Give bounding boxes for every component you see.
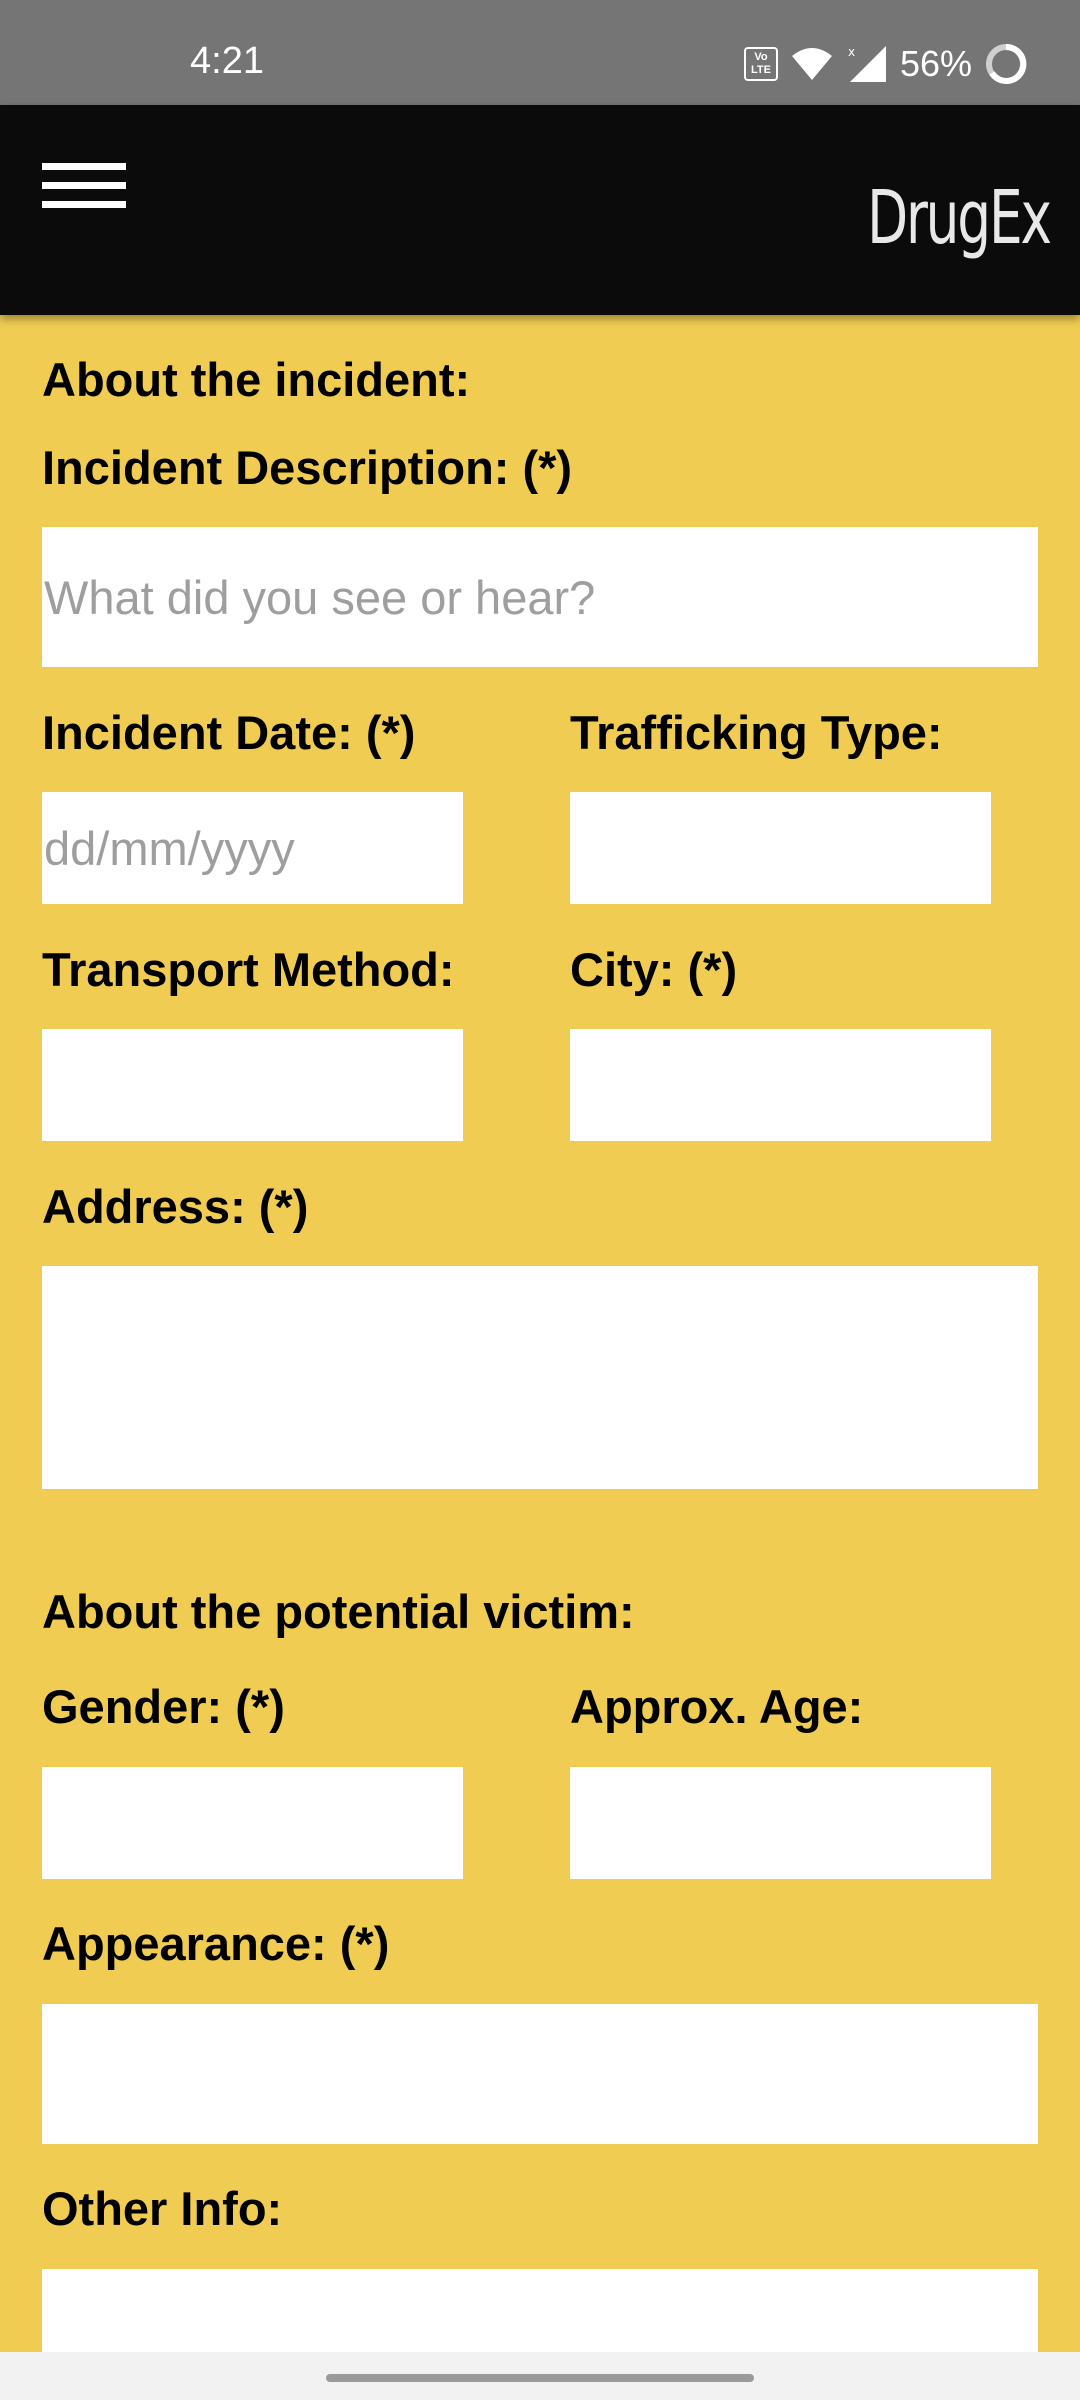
gender-label: Gender: (*) (42, 1680, 285, 1733)
incident-description-input[interactable] (42, 527, 1038, 667)
svg-text:x: x (848, 45, 855, 59)
volte-icon: Vo LTE (743, 47, 778, 81)
hamburger-menu-icon[interactable] (40, 157, 130, 227)
approx-age-input[interactable] (570, 1767, 991, 1879)
home-gesture-handle[interactable] (326, 2374, 754, 2382)
other-info-input[interactable] (42, 2269, 1038, 2352)
approx-age-label: Approx. Age: (570, 1680, 864, 1733)
wifi-icon (791, 48, 832, 80)
status-icons: Vo LTE x 56% (743, 43, 1028, 84)
incident-date-input[interactable] (42, 792, 463, 904)
incident-description-label: Incident Description: (*) (42, 441, 573, 494)
gender-input[interactable] (42, 1767, 463, 1879)
status-time: 4:21 (190, 40, 264, 82)
other-info-label: Other Info: (42, 2182, 283, 2235)
battery-ring-icon (986, 43, 1027, 84)
city-input[interactable] (570, 1029, 991, 1141)
address-input[interactable] (42, 1266, 1038, 1489)
trafficking-type-input[interactable] (570, 792, 991, 904)
signal-icon: x (848, 45, 886, 82)
transport-method-input[interactable] (42, 1029, 463, 1141)
status-bar: 4:21 Vo LTE x 56% (0, 0, 1080, 105)
incident-date-label: Incident Date: (*) (42, 706, 416, 759)
transport-method-label: Transport Method: (42, 943, 455, 996)
city-label: City: (*) (570, 943, 738, 996)
address-label: Address: (*) (42, 1180, 309, 1233)
trafficking-type-label: Trafficking Type: (570, 706, 943, 759)
appearance-label: Appearance: (*) (42, 1917, 390, 1970)
battery-percent: 56% (899, 43, 972, 84)
victim-section-heading: About the potential victim: (42, 1585, 635, 1638)
app-logo: DrugEx (867, 175, 1052, 261)
incident-section-heading: About the incident: (42, 353, 471, 406)
navigation-bar (0, 2352, 1080, 2400)
appearance-input[interactable] (42, 2004, 1038, 2144)
app-bar: DrugEx (0, 105, 1080, 315)
